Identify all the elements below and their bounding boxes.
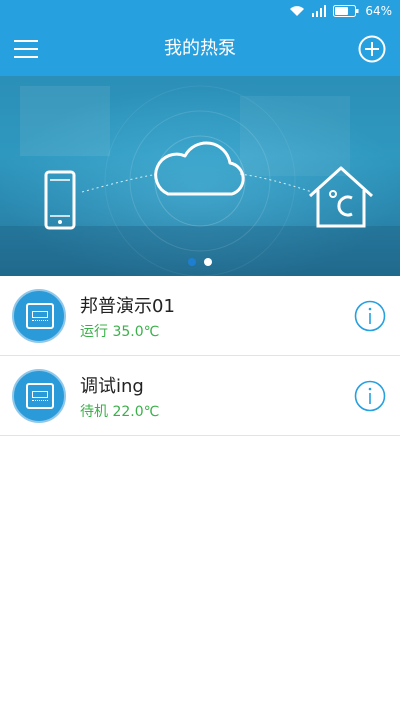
battery-percent: 64% <box>365 4 392 18</box>
carousel-dot[interactable] <box>204 258 212 266</box>
info-icon <box>354 380 386 412</box>
app-bar: 我的热泵 <box>0 22 400 76</box>
banner-carousel[interactable] <box>0 76 400 276</box>
heat-pump-device-icon <box>12 369 66 423</box>
signal-icon <box>312 5 327 17</box>
device-list: 邦普演示01 运行 35.0℃ 调试ing 待机 22.0℃ <box>0 276 400 436</box>
carousel-indicator <box>0 258 400 266</box>
list-item[interactable]: 邦普演示01 运行 35.0℃ <box>0 276 400 356</box>
battery-icon <box>333 5 359 17</box>
info-icon <box>354 300 386 332</box>
carousel-dot[interactable] <box>188 258 196 266</box>
add-device-button[interactable] <box>358 35 386 63</box>
device-name: 邦普演示01 <box>80 296 175 317</box>
device-info-button[interactable] <box>354 300 386 332</box>
heat-pump-device-icon <box>12 289 66 343</box>
device-info-button[interactable] <box>354 380 386 412</box>
device-name: 调试ing <box>80 376 144 397</box>
device-status: 运行 35.0℃ <box>80 324 160 340</box>
device-status: 待机 22.0℃ <box>80 404 160 420</box>
page-title: 我的热泵 <box>164 38 236 59</box>
wifi-icon <box>290 6 305 16</box>
banner-illustration <box>0 76 400 276</box>
plus-circle-icon <box>358 35 386 63</box>
status-bar: 64% <box>0 0 400 22</box>
list-item[interactable]: 调试ing 待机 22.0℃ <box>0 356 400 436</box>
